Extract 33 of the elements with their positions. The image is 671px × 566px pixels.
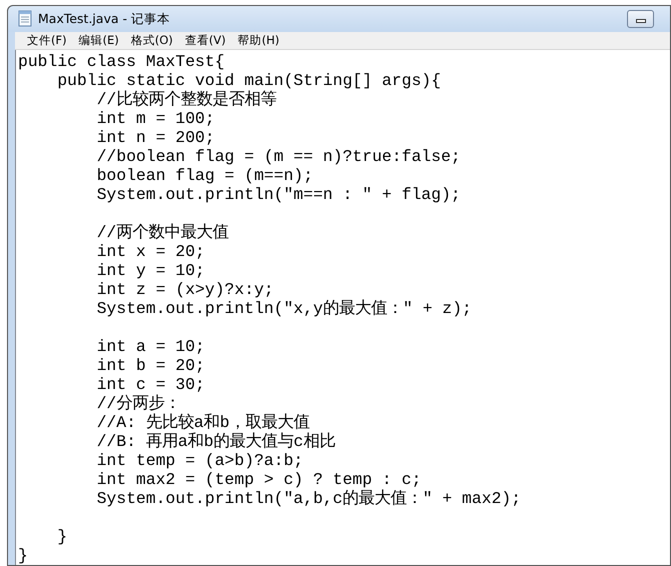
code-line: } [18, 546, 29, 565]
code-line: //分两步： [96, 394, 182, 413]
code-line: public class MaxTest{ [18, 52, 226, 71]
menu-item[interactable]: 查看(V) [178, 32, 232, 49]
code-line: int c = 30; [96, 375, 206, 394]
minimize-icon [636, 18, 646, 23]
code-line: //B: 再用a和b的最大值与c相比 [96, 432, 336, 451]
menu-item[interactable]: 编辑(E) [72, 32, 125, 49]
menu-item[interactable]: 文件(F) [21, 32, 73, 49]
code-line: System.out.println("a,b,c的最大值：" + max2); [96, 489, 522, 508]
code-line: int a = 10; [96, 337, 206, 356]
code-line: //boolean flag = (m == n)?true:false; [96, 147, 462, 166]
code-line: //比较两个整数是否相等 [96, 90, 278, 109]
window-title: MaxTest.java - 记事本 [38, 10, 170, 28]
code-line: int b = 20; [96, 356, 206, 375]
code-line: int y = 10; [96, 261, 206, 280]
code-line: int m = 100; [96, 109, 216, 128]
menu-item[interactable]: 格式(O) [124, 32, 179, 49]
menu-item[interactable]: 帮助(H) [232, 32, 286, 49]
code-line: //A: 先比较a和b，取最大值 [96, 413, 311, 432]
code-line: } [56, 527, 68, 546]
minimize-button[interactable] [627, 10, 654, 28]
code-line: boolean flag = (m==n); [96, 166, 314, 185]
code-line: int max2 = (temp > c) ? temp : c; [96, 470, 422, 489]
code-line: int temp = (a>b)?a:b; [96, 451, 304, 470]
notepad-icon [18, 10, 32, 28]
code-line: System.out.println("m==n : " + flag); [96, 185, 462, 204]
code-line: public static void main(String[] args){ [56, 71, 442, 90]
code-line: int n = 200; [96, 128, 216, 147]
code-line: int x = 20; [96, 242, 206, 261]
code-line: //两个数中最大值 [96, 223, 230, 242]
code-line: System.out.println("x,y的最大值：" + z); [96, 299, 473, 318]
code-line: int z = (x>y)?x:y; [96, 280, 275, 299]
